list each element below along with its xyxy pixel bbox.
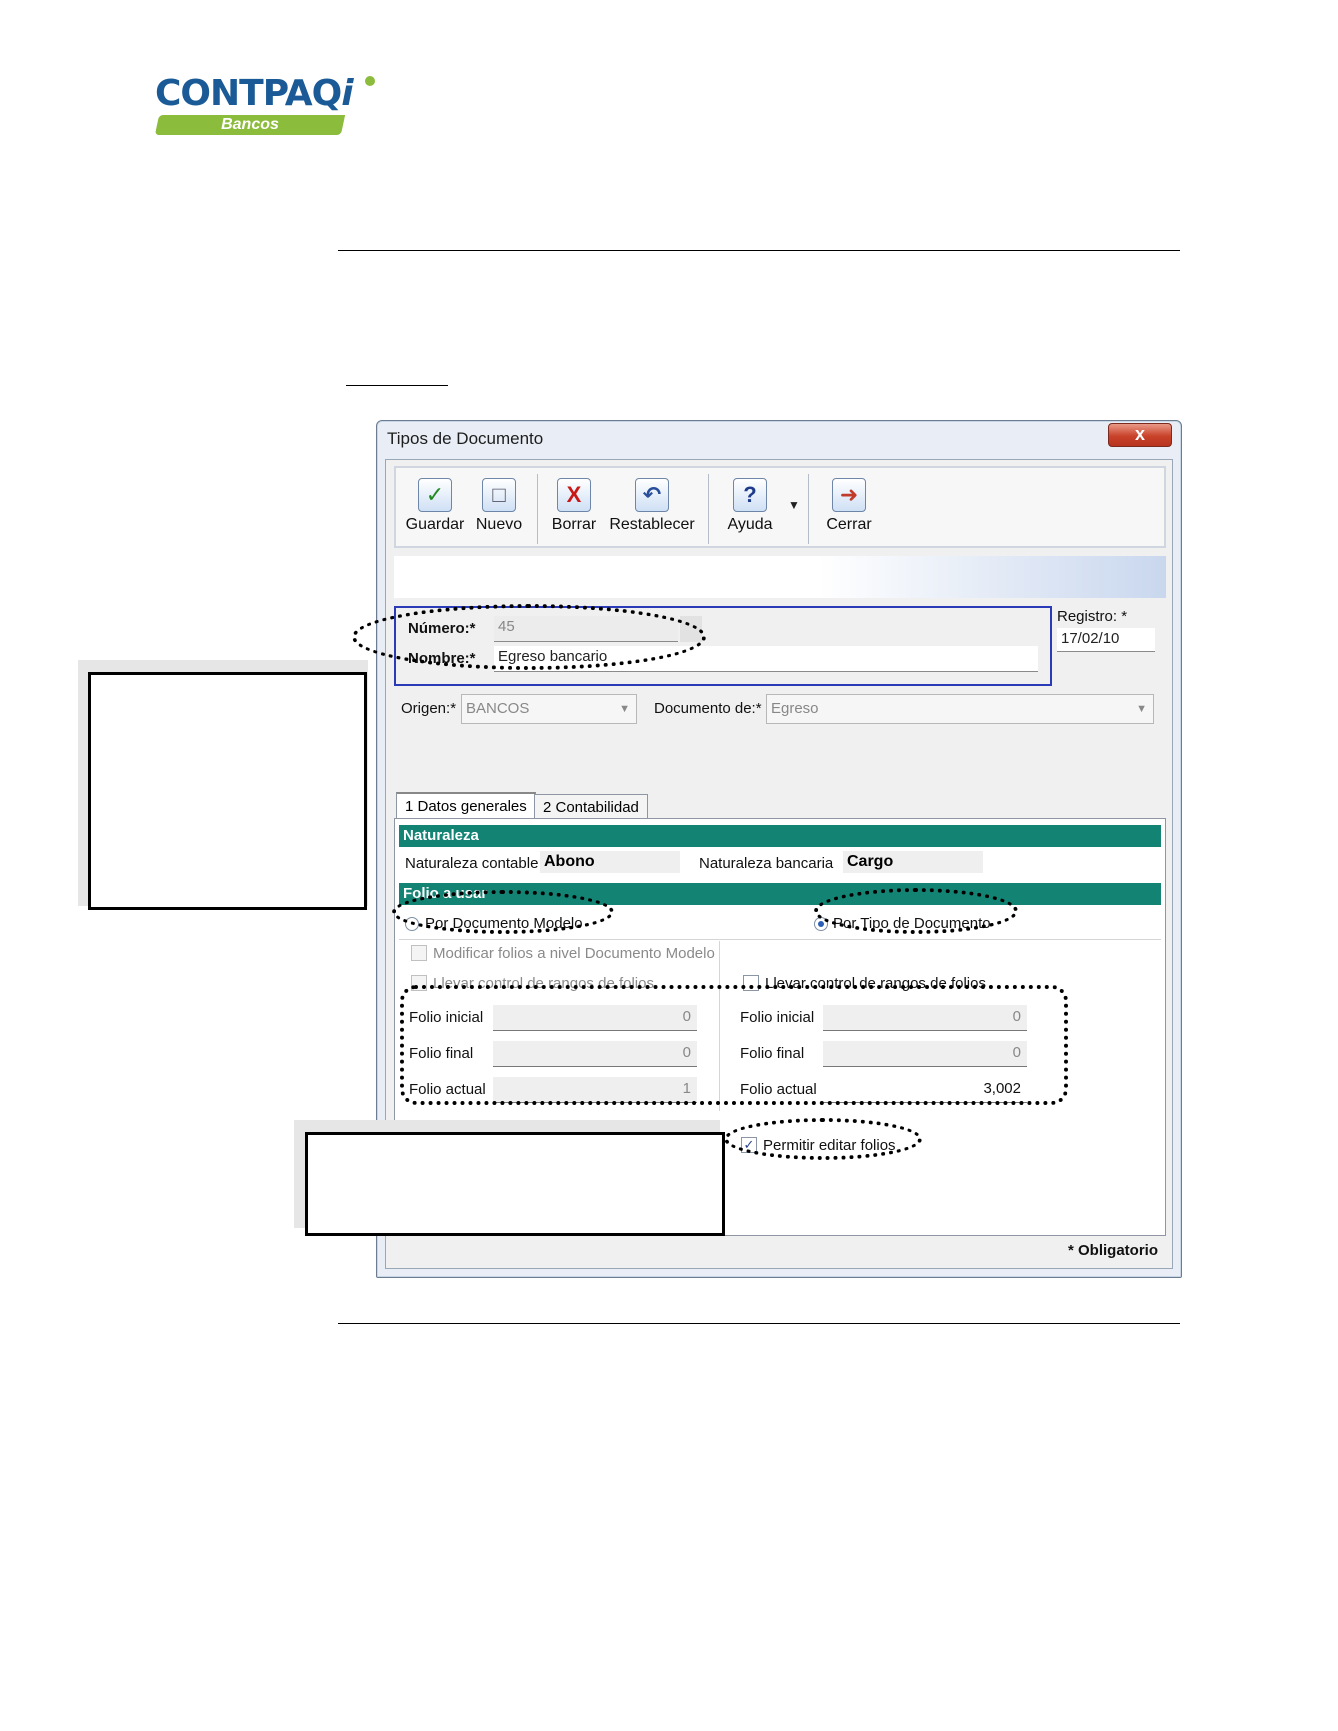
undo-icon: ↶ bbox=[635, 478, 669, 512]
bottom-rule bbox=[338, 1323, 1180, 1324]
documento-label: Documento de:* bbox=[654, 700, 762, 717]
callout-box-left bbox=[88, 672, 367, 910]
documento-value: Egreso bbox=[771, 700, 819, 717]
help-question-icon: ? bbox=[733, 478, 767, 512]
guardar-label: Guardar bbox=[405, 516, 465, 533]
naturaleza-contable-label: Naturaleza contable bbox=[405, 855, 539, 872]
restablecer-label: Restablecer bbox=[609, 516, 695, 533]
window-title: Tipos de Documento bbox=[387, 429, 544, 448]
chevron-down-icon[interactable]: ▼ bbox=[788, 498, 800, 512]
contpaqi-bancos-logo: CONTPAQi Bancos bbox=[154, 73, 390, 140]
obligatorio-note: * Obligatorio bbox=[1068, 1242, 1158, 1259]
nuevo-label: Nuevo bbox=[475, 516, 523, 533]
callout-box-bottom bbox=[305, 1132, 725, 1236]
toolbar: ✓ Guardar □ Nuevo X Borrar ↶ Restablecer… bbox=[394, 466, 1166, 548]
cerrar-label: Cerrar bbox=[826, 516, 872, 533]
naturaleza-contable-value: Abono bbox=[540, 851, 680, 873]
close-icon[interactable]: x bbox=[1108, 423, 1172, 447]
checkmark-icon: ✓ bbox=[418, 478, 452, 512]
origen-select[interactable]: BANCOS ▼ bbox=[461, 694, 637, 724]
cerrar-button[interactable]: ➜ Cerrar bbox=[816, 474, 882, 544]
new-document-icon: □ bbox=[482, 478, 516, 512]
modificar-folios-label: Modificar folios a nivel Documento Model… bbox=[433, 945, 715, 962]
borrar-button[interactable]: X Borrar bbox=[544, 474, 604, 544]
ayuda-button[interactable]: ? Ayuda bbox=[718, 474, 782, 544]
origen-label: Origen:* bbox=[401, 700, 457, 717]
divider bbox=[399, 939, 1161, 940]
registro-field[interactable]: 17/02/10 bbox=[1057, 628, 1155, 652]
exit-door-icon: ➜ bbox=[832, 478, 866, 512]
documento-select[interactable]: Egreso ▼ bbox=[766, 694, 1154, 724]
header-gradient-bar bbox=[394, 556, 1166, 598]
restablecer-button[interactable]: ↶ Restablecer bbox=[606, 474, 698, 544]
borrar-label: Borrar bbox=[551, 516, 597, 533]
modificar-folios-checkbox[interactable] bbox=[411, 945, 427, 961]
chevron-down-icon: ▼ bbox=[619, 703, 630, 715]
logo-product: Bancos bbox=[221, 116, 279, 133]
annotation-rect-folios bbox=[400, 985, 1068, 1105]
delete-x-icon: X bbox=[557, 478, 591, 512]
ayuda-label: Ayuda bbox=[727, 516, 773, 533]
logo-brand: CONTPAQ bbox=[155, 73, 342, 114]
naturaleza-header: Naturaleza bbox=[399, 825, 1161, 847]
short-rule bbox=[346, 385, 448, 386]
origen-value: BANCOS bbox=[466, 700, 530, 717]
tab-contabilidad[interactable]: 2 Contabilidad bbox=[534, 794, 648, 820]
annotation-oval-por-tipo bbox=[814, 888, 1018, 934]
guardar-button[interactable]: ✓ Guardar bbox=[402, 474, 468, 544]
naturaleza-bancaria-label: Naturaleza bancaria bbox=[699, 855, 834, 872]
annotation-oval-permitir bbox=[724, 1118, 922, 1160]
annotation-oval-por-modelo bbox=[392, 890, 614, 934]
toolbar-separator bbox=[708, 474, 709, 544]
top-rule bbox=[338, 250, 1180, 251]
toolbar-separator bbox=[537, 474, 538, 544]
logo-dot bbox=[365, 76, 375, 86]
registro-label: Registro: * bbox=[1057, 608, 1128, 625]
annotation-oval-numero-nombre bbox=[352, 604, 706, 670]
nuevo-button[interactable]: □ Nuevo bbox=[470, 474, 528, 544]
naturaleza-bancaria-value: Cargo bbox=[843, 851, 983, 873]
logo-brand-i: i bbox=[341, 73, 353, 114]
tab-datos-generales[interactable]: 1 Datos generales bbox=[396, 792, 536, 819]
toolbar-separator bbox=[808, 474, 809, 544]
chevron-down-icon: ▼ bbox=[1136, 703, 1147, 715]
